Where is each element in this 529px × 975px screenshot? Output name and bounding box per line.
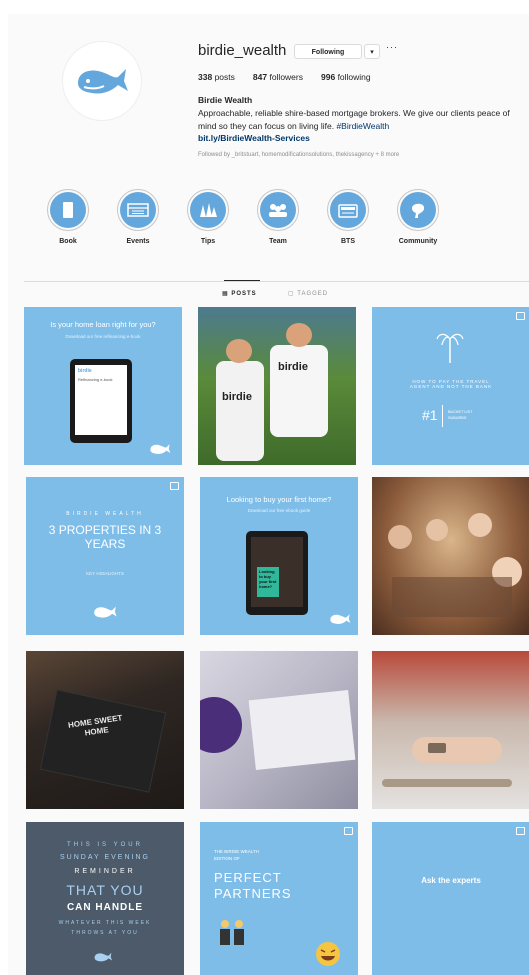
post-tile[interactable] — [372, 477, 529, 635]
posts-stat: 338 posts — [198, 72, 235, 82]
highlight-tips[interactable]: Tips — [178, 189, 238, 245]
post-tile[interactable]: THIS IS YOUR SUNDAY EVENING REMINDER THA… — [26, 822, 184, 975]
whale-logo-icon — [330, 614, 351, 625]
more-options-icon[interactable]: ··· — [386, 42, 398, 52]
tablet-image: Looking to buy your first home? — [246, 531, 308, 615]
camera-icon — [338, 204, 358, 218]
book-icon — [63, 202, 73, 218]
profile-stats: 338 posts 847 followers 996 following — [198, 72, 371, 82]
multiple-posts-icon — [516, 312, 525, 320]
profile-avatar[interactable] — [63, 42, 141, 120]
multiple-posts-icon — [170, 482, 179, 490]
tablet-image: birdie Refinancing e-book — [70, 359, 132, 443]
laughing-emoji-icon — [316, 942, 340, 966]
community-icon — [412, 203, 425, 218]
tab-divider — [24, 281, 529, 282]
two-people-icon — [220, 920, 244, 945]
bio-hashtag-link[interactable]: #BirdieWealth — [336, 121, 389, 131]
whale-logo-icon — [94, 952, 113, 962]
highlight-community[interactable]: Community — [388, 189, 448, 245]
grid-icon: ▦ — [222, 291, 229, 297]
profile-bio: Approachable, reliable shire-based mortg… — [198, 108, 510, 131]
highlight-team[interactable]: Team — [248, 189, 308, 245]
highlight-events[interactable]: Events — [108, 189, 168, 245]
profile-website-link[interactable]: bit.ly/BirdieWealth-Services — [198, 133, 310, 143]
profile-page: birdie_wealth Following ▾ ··· 338 posts … — [8, 14, 529, 975]
profile-username: birdie_wealth — [198, 42, 287, 59]
multiple-posts-icon — [344, 827, 353, 835]
post-tile[interactable]: Ask the experts — [372, 822, 529, 975]
tab-tagged[interactable]: ▢ TAGGED — [288, 290, 328, 297]
post-tile[interactable]: birdie birdie — [198, 307, 356, 465]
tab-active-indicator — [224, 280, 260, 281]
team-icon — [269, 204, 287, 217]
post-tile[interactable]: BIRDIE WEALTH 3 PROPERTIES IN 3 YEARS KE… — [26, 477, 184, 635]
tips-icon — [200, 203, 217, 217]
following-button[interactable]: Following — [294, 44, 362, 59]
multiple-posts-icon — [516, 827, 525, 835]
followers-stat[interactable]: 847 followers — [253, 72, 303, 82]
post-tile[interactable] — [200, 651, 358, 809]
events-icon — [127, 203, 149, 217]
following-stat[interactable]: 996 following — [321, 72, 371, 82]
post-tile[interactable]: Looking to buy your first home? Download… — [200, 477, 358, 635]
followed-by-text[interactable]: Followed by _britstuart, homemodificatio… — [198, 152, 399, 158]
post-tile[interactable]: HOW TO PAY THE TRAVEL AGENT AND NOT THE … — [372, 307, 529, 465]
post-tile[interactable]: Is your home loan right for you? Downloa… — [24, 307, 182, 465]
post-tile[interactable]: HOME SWEET HOME — [26, 651, 184, 809]
post-tile[interactable]: THE BIRDIE WEALTH EDITION OF PERFECT PAR… — [200, 822, 358, 975]
suggested-dropdown-button[interactable]: ▾ — [364, 44, 380, 59]
highlight-book[interactable]: Book — [38, 189, 98, 245]
palm-tree-icon — [436, 333, 464, 363]
post-tile[interactable] — [372, 651, 529, 809]
highlight-bts[interactable]: BTS — [318, 189, 378, 245]
whale-logo-icon — [78, 69, 128, 94]
whale-logo-icon — [94, 606, 117, 618]
profile-display-name: Birdie Wealth — [198, 95, 253, 105]
whale-logo-icon — [150, 444, 171, 455]
tab-posts[interactable]: ▦ POSTS — [222, 290, 257, 297]
tag-icon: ▢ — [288, 291, 295, 297]
